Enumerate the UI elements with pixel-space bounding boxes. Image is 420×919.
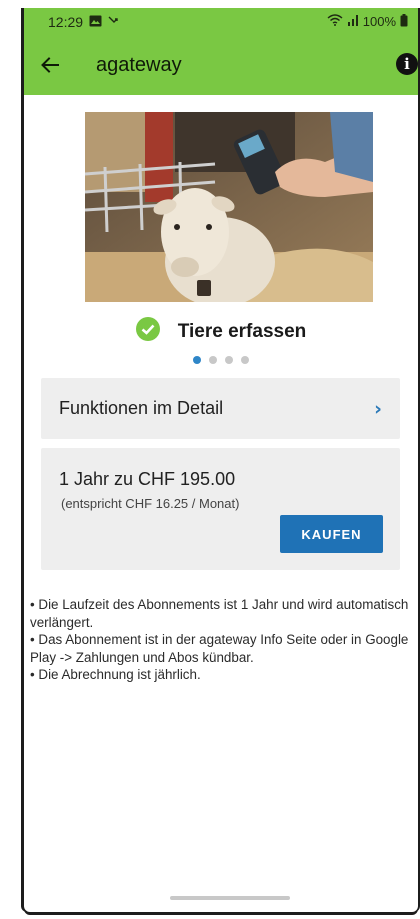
note-item: • Das Abonnement ist in der agateway Inf… xyxy=(30,632,409,665)
chevron-right-icon: › xyxy=(374,397,382,420)
page-dot-active[interactable] xyxy=(193,356,201,364)
functions-detail-row[interactable]: Funktionen im Detail › xyxy=(41,378,400,439)
page-dot[interactable] xyxy=(209,356,217,364)
subscription-price: 1 Jahr zu CHF 195.00 xyxy=(59,469,236,489)
back-button[interactable] xyxy=(24,35,76,95)
info-icon[interactable]: i xyxy=(396,53,418,75)
note-item: • Die Abrechnung ist jährlich. xyxy=(30,667,201,682)
functions-detail-label: Funktionen im Detail xyxy=(59,398,224,418)
wifi-icon xyxy=(327,14,343,29)
note-item: • Die Laufzeit des Abonnements ist 1 Jah… xyxy=(30,597,409,630)
subscription-card: 1 Jahr zu CHF 195.00 (entspricht CHF 16.… xyxy=(41,448,400,570)
page-dot[interactable] xyxy=(241,356,249,364)
buy-button[interactable]: KAUFEN xyxy=(280,515,383,553)
battery-level: 100% xyxy=(362,14,396,29)
status-time: 12:29 xyxy=(48,13,84,30)
page-indicator xyxy=(24,356,418,364)
status-bar: 12:29 100% xyxy=(24,8,418,35)
battery-icon xyxy=(400,13,408,30)
app-bar: agateway i xyxy=(24,35,418,95)
phone-screen: 12:29 100% agateway i Tiere erfassen Fun… xyxy=(24,8,418,912)
gesture-home-bar[interactable] xyxy=(170,896,290,900)
carousel-image[interactable] xyxy=(85,112,373,302)
page-dot[interactable] xyxy=(225,356,233,364)
gallery-icon xyxy=(89,14,102,30)
subscription-monthly: (entspricht CHF 16.25 / Monat) xyxy=(61,496,240,511)
page-title: agateway xyxy=(96,53,182,76)
sheep-scanner-photo xyxy=(85,112,373,302)
carousel-caption: Tiere erfassen xyxy=(24,317,418,346)
caption-label: Tiere erfassen xyxy=(177,320,307,342)
signal-icon xyxy=(347,14,359,29)
phone-missed-icon xyxy=(108,14,122,30)
check-circle-icon xyxy=(135,317,160,346)
subscription-notes: • Die Laufzeit des Abonnements ist 1 Jah… xyxy=(30,596,415,684)
arrow-left-icon xyxy=(41,57,59,73)
